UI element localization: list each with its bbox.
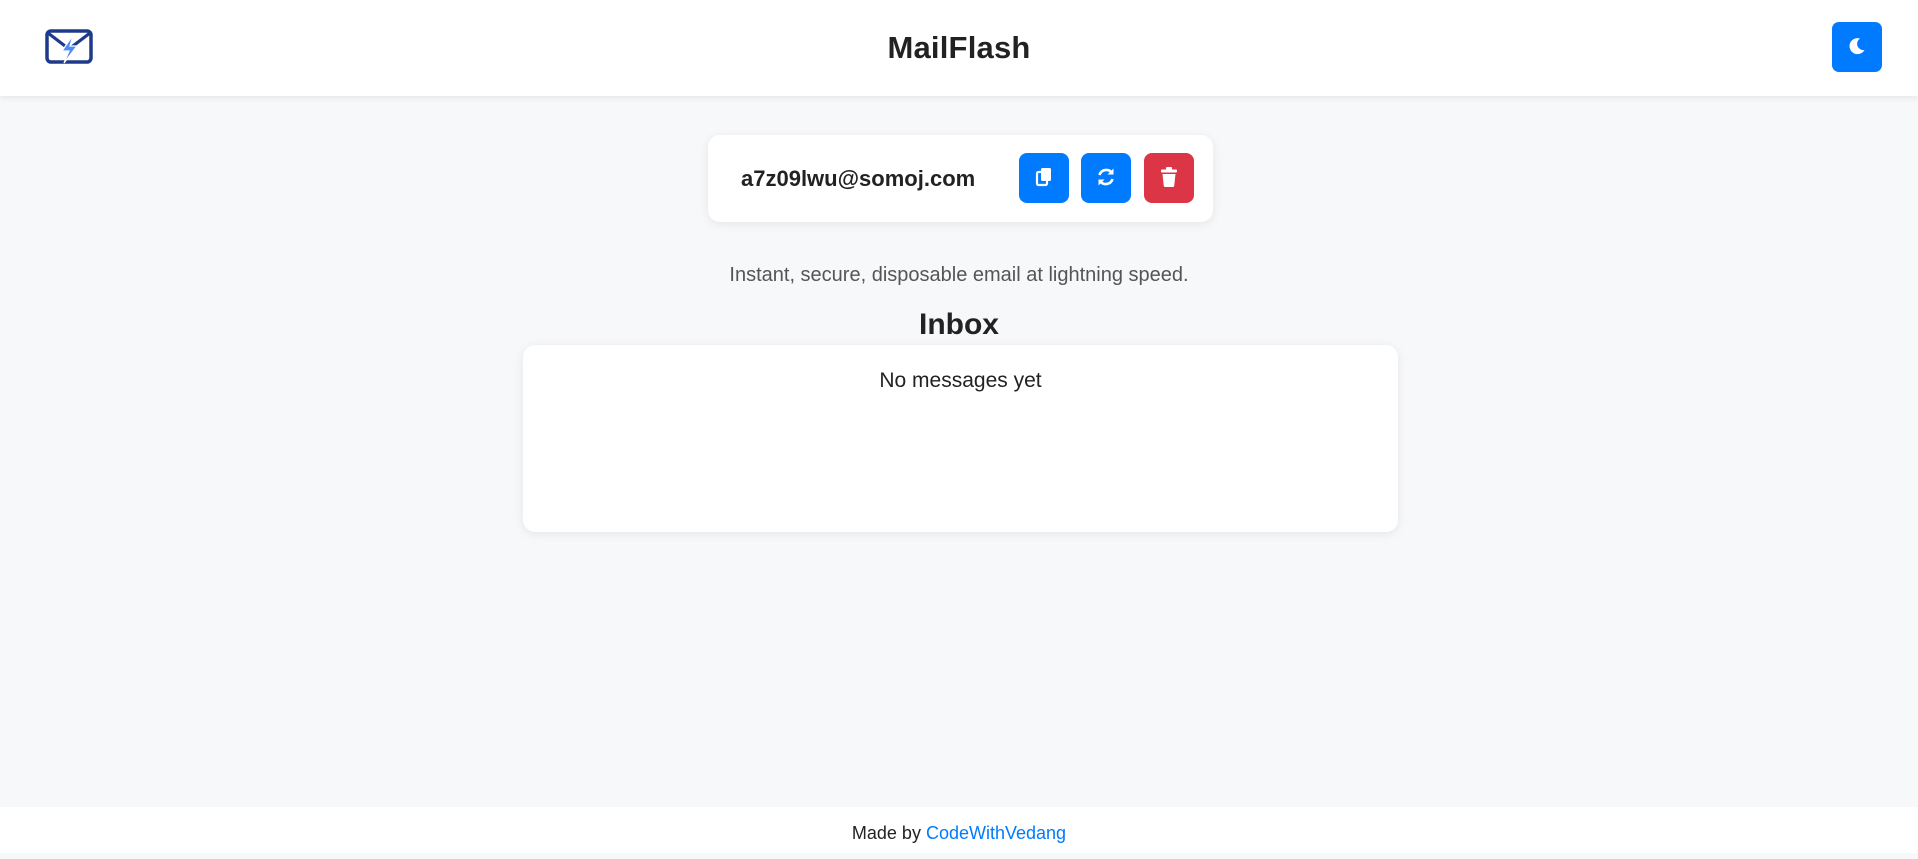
trash-icon — [1159, 166, 1179, 191]
empty-inbox-message: No messages yet — [879, 369, 1042, 392]
inbox-title: Inbox — [919, 308, 999, 341]
copy-button[interactable] — [1019, 153, 1069, 203]
footer: Made by CodeWithVedang — [0, 807, 1918, 853]
delete-button[interactable] — [1144, 153, 1194, 203]
header: MailFlash — [0, 0, 1918, 96]
email-card: a7z09lwu@somoj.com — [708, 135, 1213, 222]
author-link[interactable]: CodeWithVedang — [926, 823, 1066, 843]
copy-icon — [1034, 166, 1054, 191]
email-address[interactable]: a7z09lwu@somoj.com — [741, 135, 975, 222]
inbox-list: No messages yet — [523, 345, 1398, 532]
refresh-button[interactable] — [1081, 153, 1131, 203]
theme-toggle-button[interactable] — [1832, 22, 1882, 72]
moon-icon — [1847, 36, 1867, 59]
tagline: Instant, secure, disposable email at lig… — [729, 264, 1189, 286]
envelope-lightning-icon[interactable] — [44, 27, 94, 67]
footer-prefix: Made by — [851, 823, 921, 843]
refresh-icon — [1095, 166, 1117, 191]
site-title: MailFlash — [887, 30, 1031, 65]
